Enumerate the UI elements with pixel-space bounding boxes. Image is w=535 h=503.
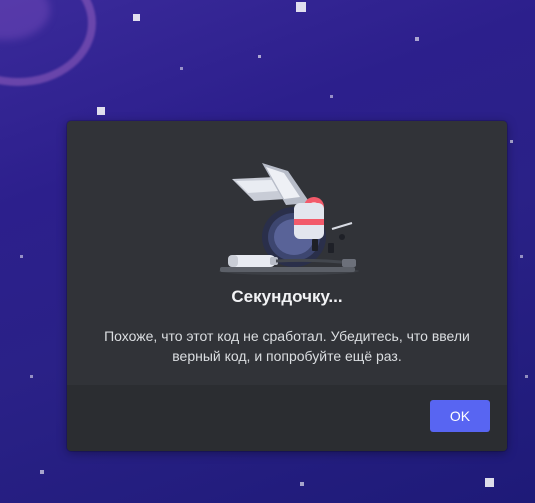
star [20, 255, 23, 258]
ok-button[interactable]: OK [430, 400, 490, 432]
star [330, 95, 333, 98]
error-dialog: Секундочку... Похоже, что этот код не ср… [67, 121, 507, 451]
star [300, 482, 304, 486]
star [133, 14, 140, 21]
star [415, 37, 419, 41]
dialog-body: Секундочку... Похоже, что этот код не ср… [67, 121, 507, 385]
dialog-footer: OK [67, 385, 507, 451]
star [296, 2, 306, 12]
background-ring [0, 0, 96, 86]
star [510, 140, 513, 143]
star [520, 255, 523, 258]
dialog-message: Похоже, что этот код не сработал. Убедит… [104, 328, 470, 364]
star [258, 55, 261, 58]
star [485, 478, 494, 487]
star [97, 107, 105, 115]
star [525, 375, 528, 378]
star [180, 67, 183, 70]
dialog-title: Секундочку... [231, 287, 343, 306]
star [30, 375, 33, 378]
broken-robot-illustration [219, 163, 359, 275]
star [40, 470, 44, 474]
